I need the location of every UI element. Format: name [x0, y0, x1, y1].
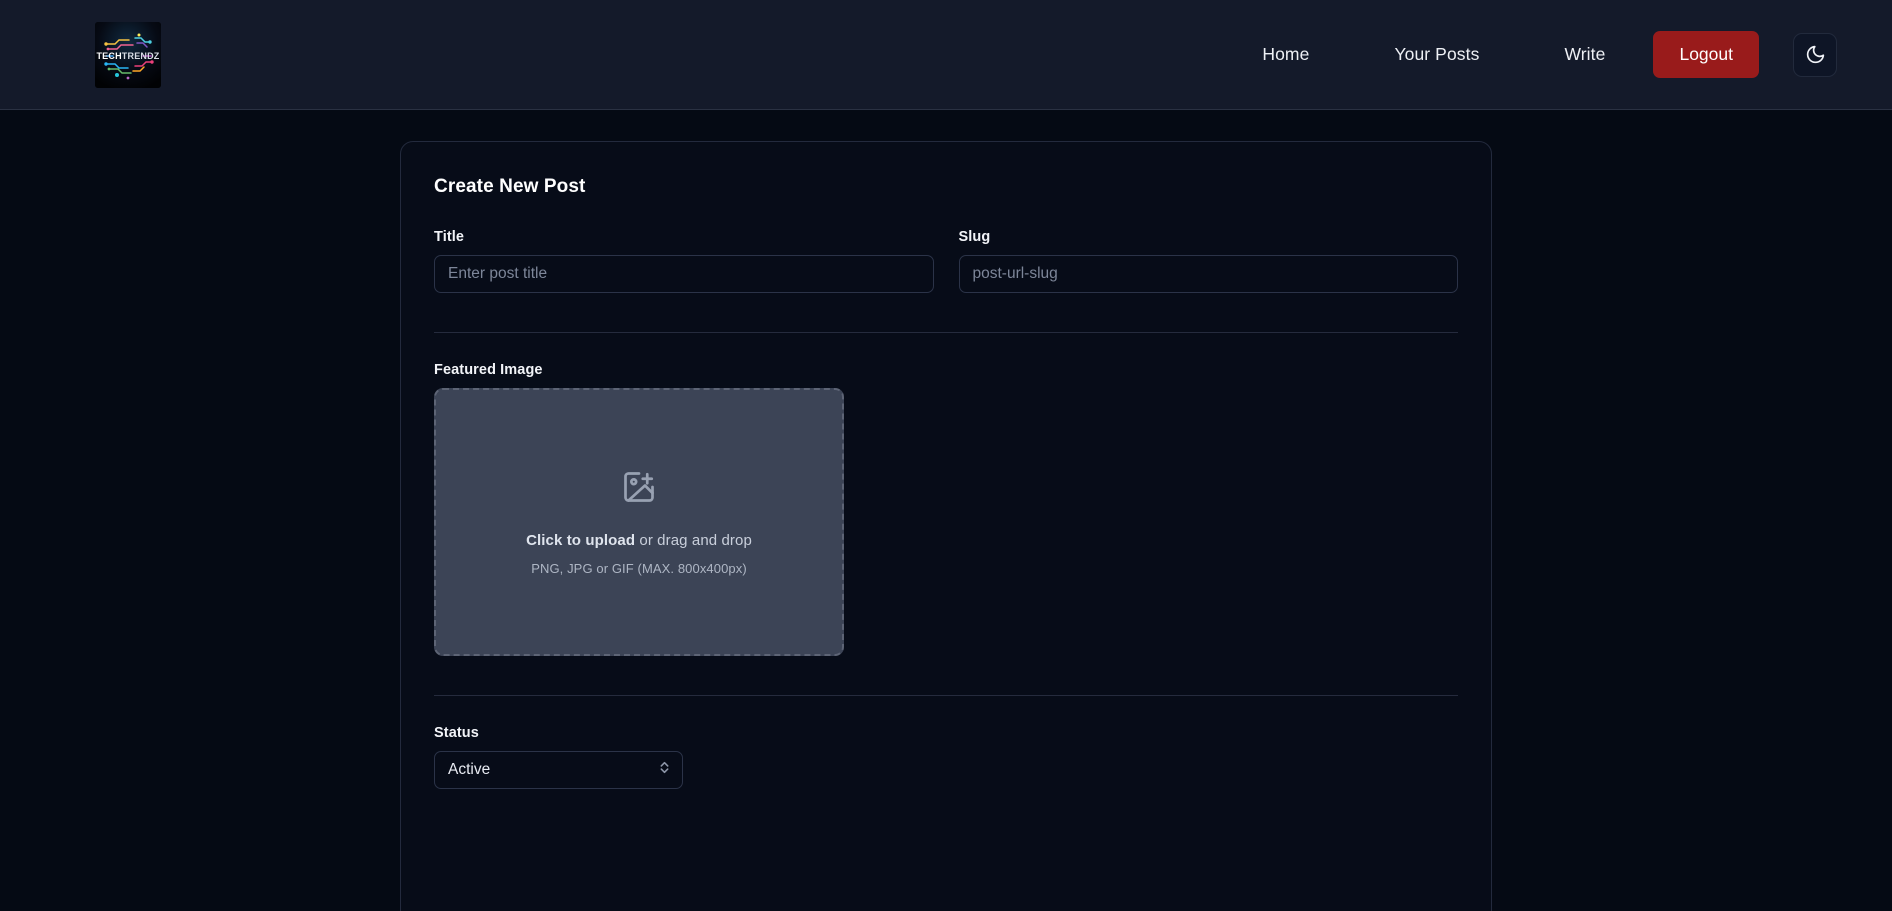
create-post-card: Create New Post Title Slug Featured Imag…: [400, 141, 1492, 911]
dropzone-primary-text: Click to upload or drag and drop: [526, 532, 752, 549]
dropzone-hint-text: or drag and drop: [635, 531, 752, 549]
image-plus-icon: [621, 469, 657, 505]
slug-input[interactable]: [958, 255, 1458, 293]
theme-toggle-button[interactable]: [1793, 32, 1837, 77]
title-label: Title: [434, 229, 465, 245]
featured-image-dropzone[interactable]: Click to upload or drag and drop PNG, JP…: [434, 388, 844, 656]
featured-image-section: Featured Image Click to upload or drag a…: [434, 333, 1458, 656]
title-slug-row: Title Slug: [434, 229, 1458, 293]
title-field-group: Title: [434, 229, 934, 293]
logout-button[interactable]: Logout: [1653, 31, 1759, 78]
page-title: Create New Post: [434, 176, 586, 197]
nav-link-your-posts[interactable]: Your Posts: [1394, 34, 1479, 75]
techtrendz-logo-icon: TECHTRENDZ: [95, 21, 161, 88]
slug-field-group: Slug: [958, 229, 1458, 293]
slug-label: Slug: [958, 229, 991, 245]
status-select[interactable]: Active: [434, 751, 683, 789]
page-content: Create New Post Title Slug Featured Imag…: [0, 110, 1892, 911]
site-logo[interactable]: TECHTRENDZ: [95, 21, 161, 88]
dropzone-action-text: Click to upload: [526, 531, 636, 549]
nav-link-write[interactable]: Write: [1564, 34, 1605, 75]
status-section: Status Active: [434, 696, 1458, 789]
status-select-wrapper: Active: [434, 751, 683, 789]
dropzone-filetypes-text: PNG, JPG or GIF (MAX. 800x400px): [531, 560, 747, 576]
nav-link-home[interactable]: Home: [1262, 34, 1309, 75]
top-navigation-bar: TECHTRENDZ Home Your Posts Write Logout: [0, 0, 1892, 110]
moon-icon: [1805, 44, 1826, 65]
featured-image-label: Featured Image: [434, 362, 543, 378]
status-label: Status: [434, 725, 479, 741]
svg-text:TECHTRENDZ: TECHTRENDZ: [96, 51, 159, 61]
primary-nav: Home Your Posts Write Logout: [1262, 31, 1837, 78]
title-input[interactable]: [434, 255, 934, 293]
